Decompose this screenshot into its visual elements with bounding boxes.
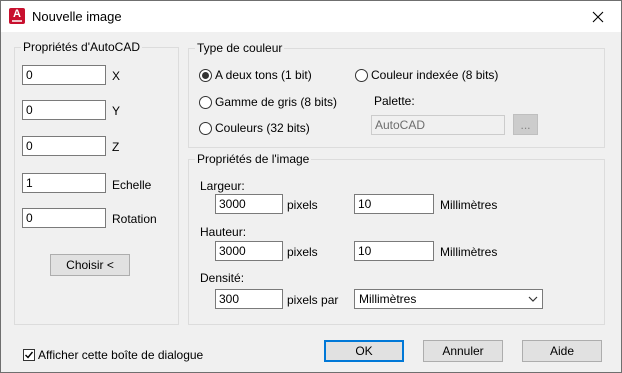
density-input[interactable] [215,289,283,309]
x-label: X [112,69,121,83]
z-label: Z [112,140,120,154]
app-icon-letter: A [13,8,21,20]
scale-input[interactable] [22,173,106,193]
cancel-button[interactable]: Annuler [423,340,503,362]
radio-two-tone-label: A deux tons (1 bit) [215,68,312,82]
close-icon [592,11,604,22]
width-label: Largeur: [200,179,245,193]
ok-button[interactable]: OK [324,340,404,362]
z-input[interactable] [22,136,106,156]
radio-grayscale-indicator [199,95,212,109]
density-label: Densité: [200,271,245,285]
dialog-title: Nouvelle image [32,9,122,24]
width-mm-unit: Millimètres [440,198,498,212]
autocad-app-icon: A [9,8,25,24]
palette-label: Palette: [374,94,415,108]
radio-two-tone[interactable]: A deux tons (1 bit) [199,68,312,82]
radio-colors-indicator [199,121,212,135]
image-properties-legend: Propriétés de l'image [195,152,312,166]
density-unit-value: Millimètres [359,292,417,306]
show-dialog-checkbox[interactable]: Afficher cette boîte de dialogue [23,348,203,362]
radio-grayscale[interactable]: Gamme de gris (8 bits) [199,95,337,109]
help-button[interactable]: Aide [522,340,602,362]
width-pixels-unit: pixels [287,198,318,212]
radio-indexed-indicator [355,68,368,82]
radio-colors-label: Couleurs (32 bits) [215,121,310,135]
density-unit-select[interactable]: Millimètres [354,289,543,309]
radio-grayscale-label: Gamme de gris (8 bits) [215,95,338,109]
title-bar: A Nouvelle image [1,1,621,32]
pixels-per-label: pixels par [287,293,339,307]
height-mm-input[interactable] [354,241,434,261]
height-pixels-unit: pixels [287,245,318,259]
x-input[interactable] [22,65,106,85]
chevron-down-icon [528,296,538,302]
height-mm-unit: Millimètres [440,245,498,259]
close-button[interactable] [575,1,621,32]
autocad-properties-legend: Propriétés d'AutoCAD [21,40,143,54]
checkmark-icon [25,351,34,359]
show-dialog-label: Afficher cette boîte de dialogue [38,348,204,362]
show-dialog-checkbox-box [23,349,35,361]
color-type-legend: Type de couleur [195,41,285,55]
rotation-input[interactable] [22,208,106,228]
y-label: Y [112,104,121,118]
width-mm-input[interactable] [354,194,434,214]
radio-indexed-label: Couleur indexée (8 bits) [371,68,499,82]
height-pixels-input[interactable] [215,241,283,261]
radio-colors[interactable]: Couleurs (32 bits) [199,121,310,135]
palette-browse-button: ... [513,114,538,135]
y-input[interactable] [22,100,106,120]
radio-indexed[interactable]: Couleur indexée (8 bits) [355,68,498,82]
rotation-label: Rotation [112,212,157,226]
radio-two-tone-indicator [199,68,212,82]
palette-input [371,115,505,135]
choose-button[interactable]: Choisir < [50,254,130,276]
new-image-dialog: A Nouvelle image Propriétés d'AutoCAD X … [0,0,622,373]
width-pixels-input[interactable] [215,194,283,214]
height-label: Hauteur: [200,225,247,239]
scale-label: Echelle [112,178,152,192]
